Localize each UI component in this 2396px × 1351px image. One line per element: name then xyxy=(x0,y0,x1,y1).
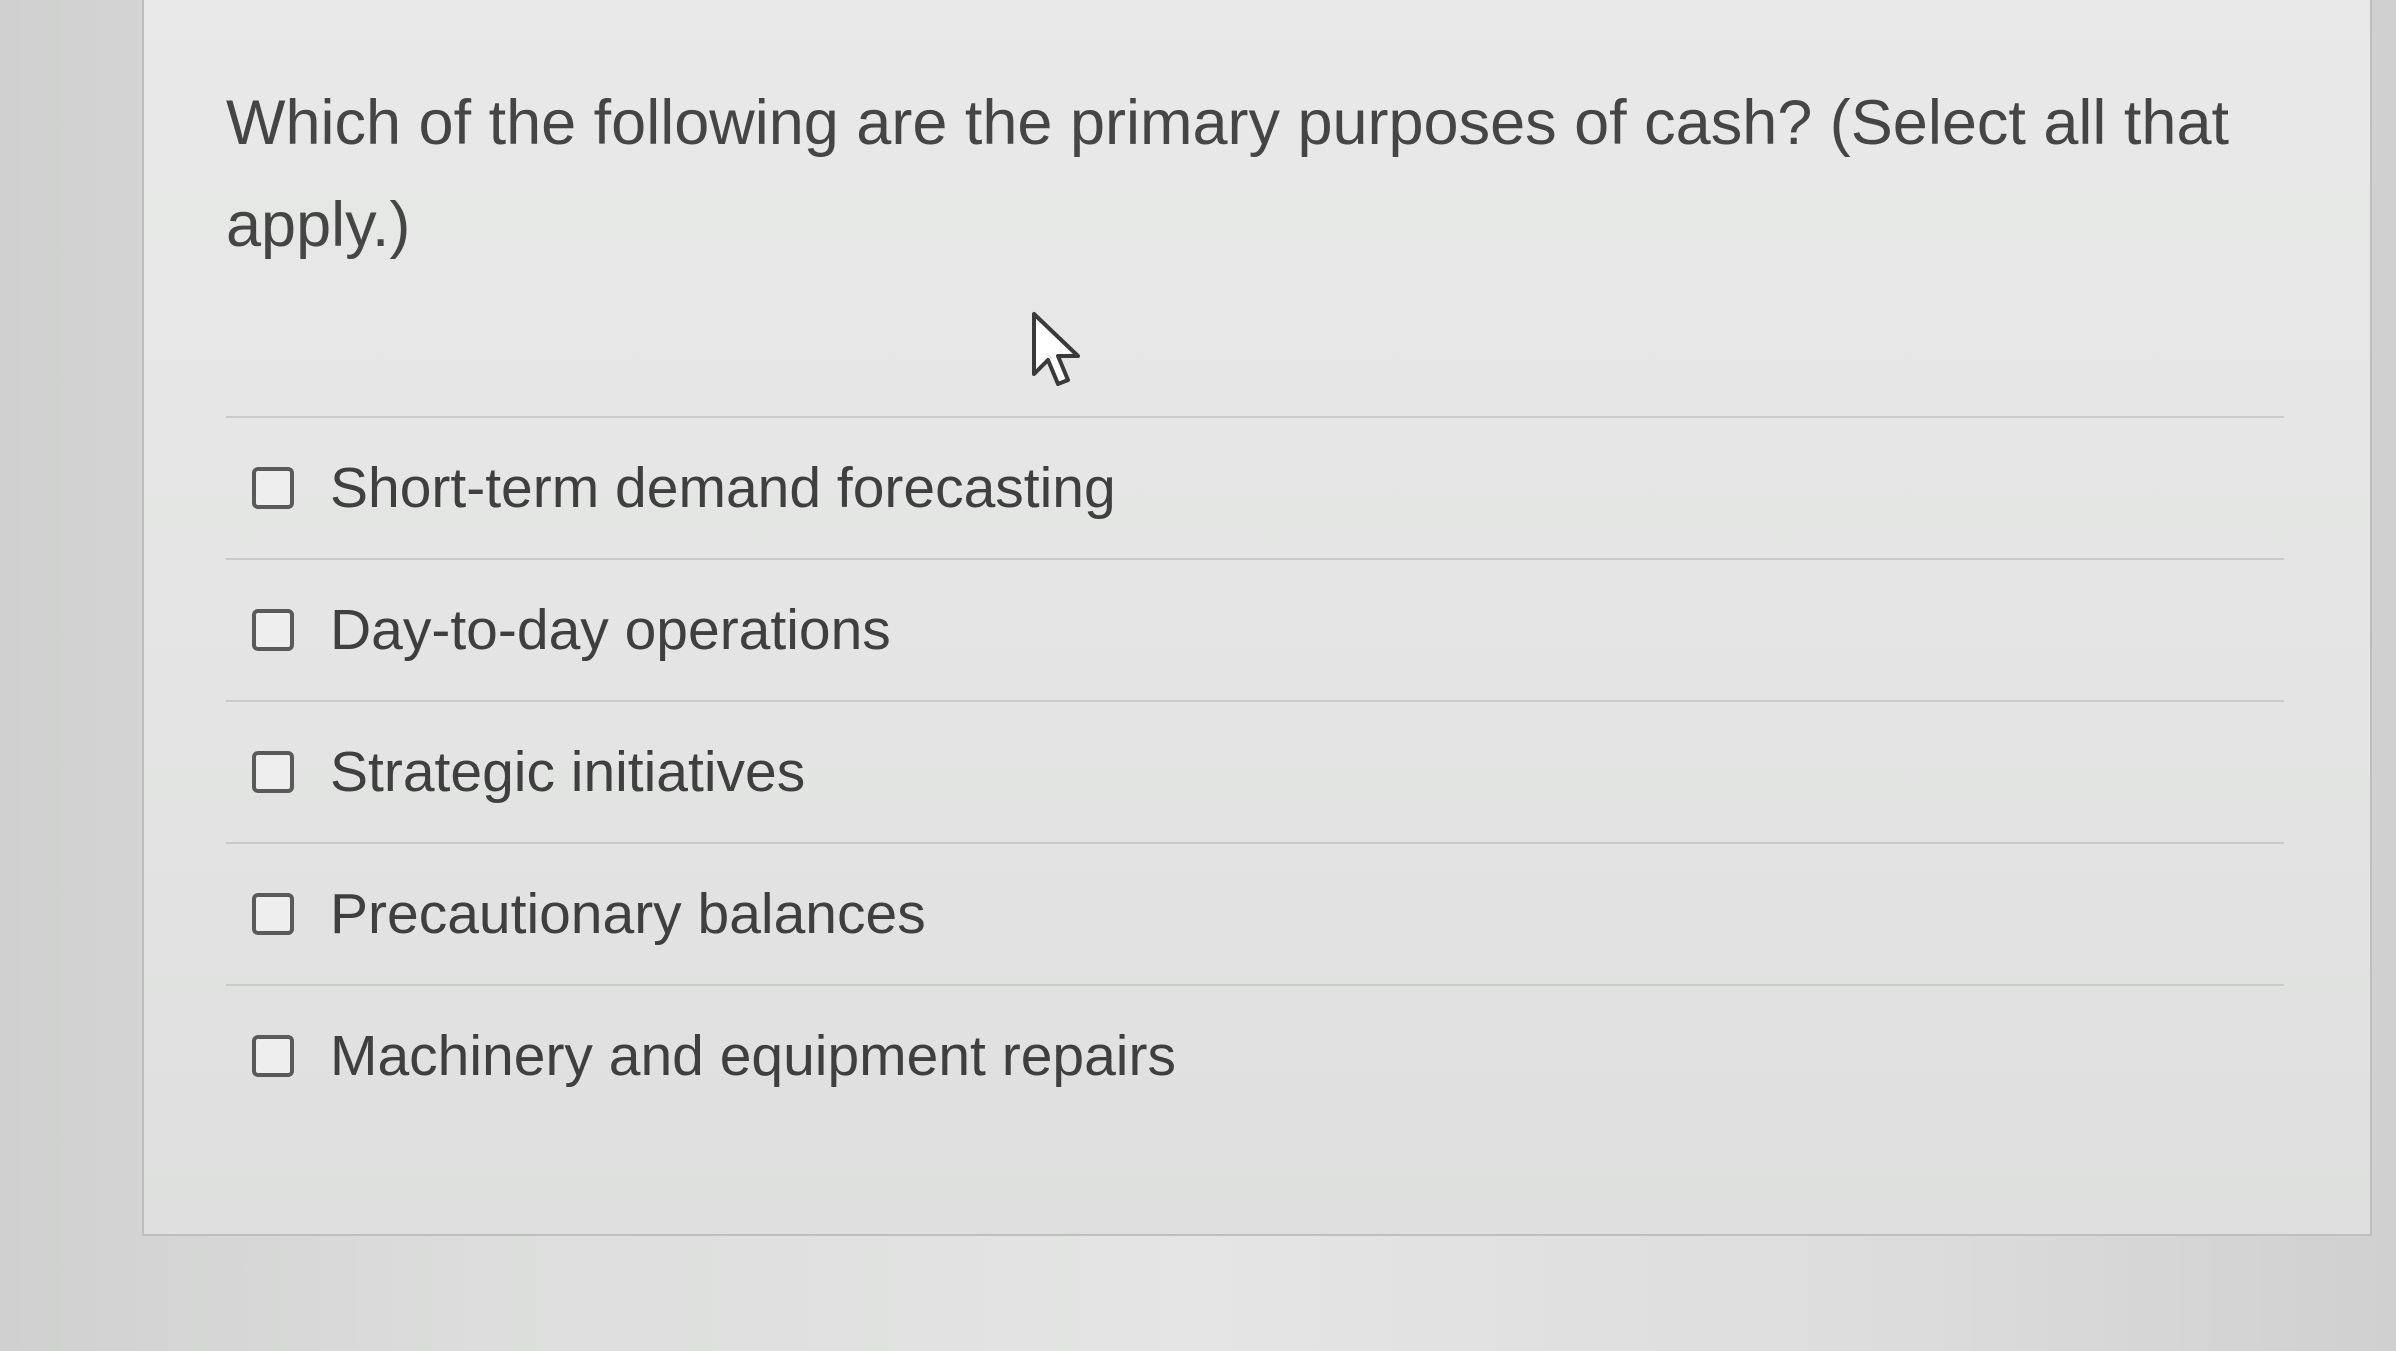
question-text: Which of the following are the primary p… xyxy=(226,88,2229,260)
option-short-term-demand-forecasting[interactable]: Short-term demand forecasting xyxy=(226,416,2284,558)
checkbox[interactable] xyxy=(252,751,294,793)
option-label: Day-to-day operations xyxy=(330,598,891,662)
option-label: Machinery and equipment repairs xyxy=(330,1024,1176,1088)
checkbox[interactable] xyxy=(252,893,294,935)
option-precautionary-balances[interactable]: Precautionary balances xyxy=(226,842,2284,984)
option-strategic-initiatives[interactable]: Strategic initiatives xyxy=(226,700,2284,842)
checkbox[interactable] xyxy=(252,609,294,651)
checkbox[interactable] xyxy=(252,1035,294,1077)
answer-options-list: Short-term demand forecasting Day-to-day… xyxy=(226,416,2284,1126)
option-machinery-and-equipment-repairs[interactable]: Machinery and equipment repairs xyxy=(226,984,2284,1126)
option-day-to-day-operations[interactable]: Day-to-day operations xyxy=(226,558,2284,700)
option-label: Short-term demand forecasting xyxy=(330,456,1116,520)
question-card: Which of the following are the primary p… xyxy=(142,0,2372,1236)
option-label: Strategic initiatives xyxy=(330,740,806,804)
checkbox[interactable] xyxy=(252,467,294,509)
option-label: Precautionary balances xyxy=(330,882,926,946)
arrow-pointer-icon xyxy=(1032,312,1080,386)
